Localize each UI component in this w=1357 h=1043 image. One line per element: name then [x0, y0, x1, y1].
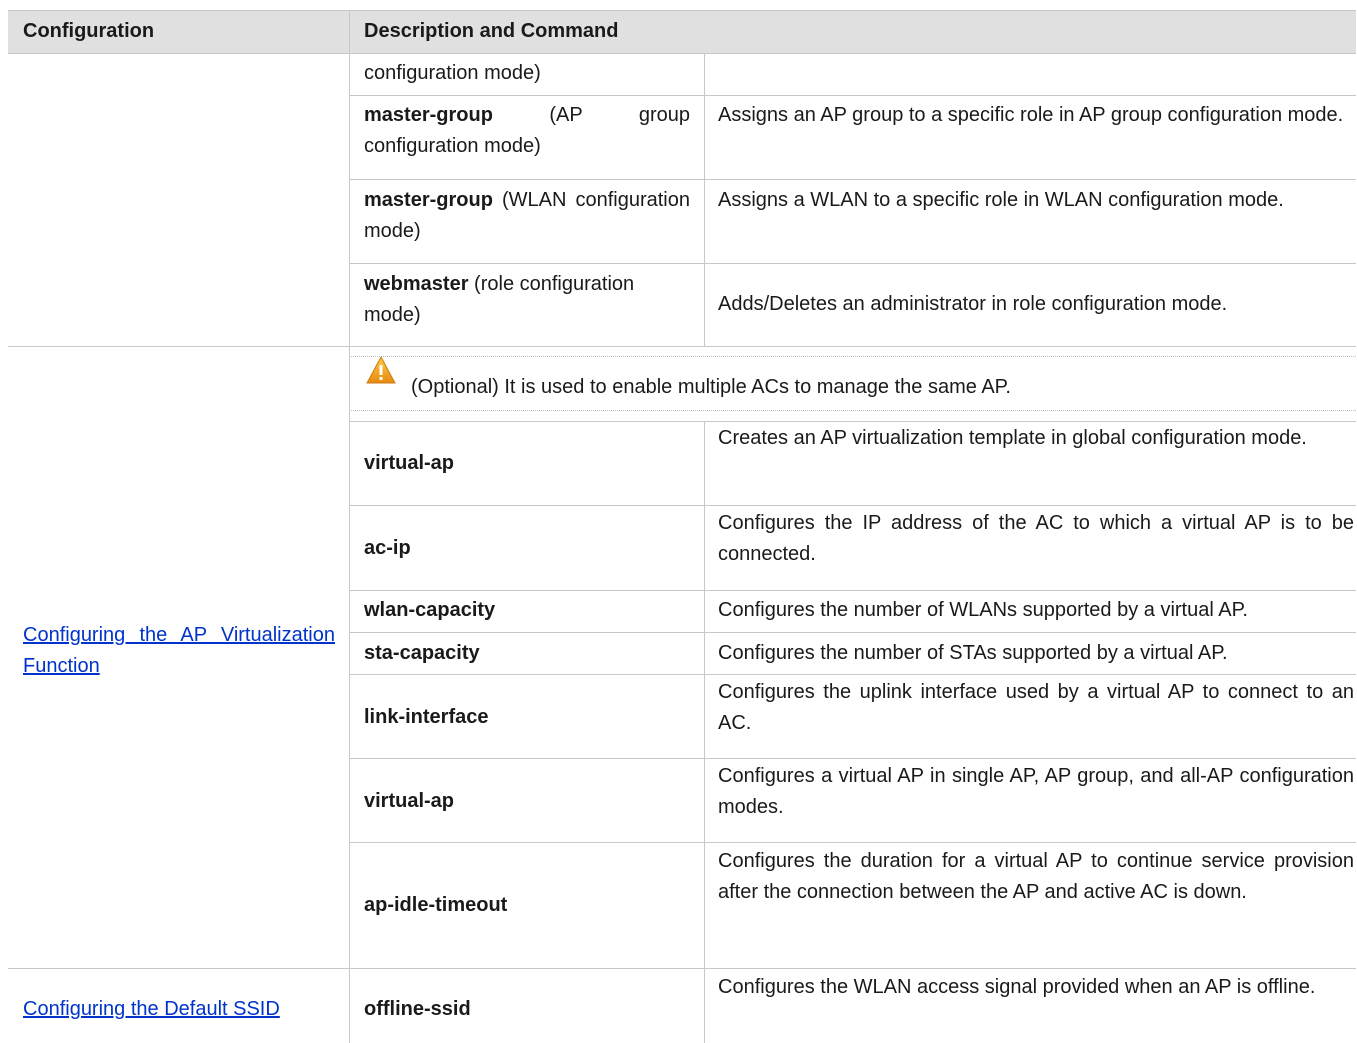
border-line [349, 95, 1356, 96]
border-line [8, 10, 1356, 11]
group1-cmd-webmaster: webmaster (role configuration mode) [364, 269, 694, 331]
border-line [349, 421, 1356, 422]
border-line [8, 53, 1356, 54]
g2-cmd-ac-ip: ac-ip [364, 536, 411, 559]
header-configuration: Configuration [23, 20, 155, 42]
border-line [349, 10, 350, 1043]
border-line [349, 674, 1356, 675]
g2-desc-sta-capacity: Configures the number of STAs supported … [718, 642, 1228, 664]
g2-cmd-virtual-ap: virtual-ap [364, 451, 455, 474]
note-separator [349, 356, 1356, 357]
optional-note: (Optional) It is used to enable multiple… [411, 376, 1011, 398]
border-line [349, 263, 1356, 264]
group1-desc-webmaster: Adds/Deletes an administrator in role co… [718, 293, 1228, 315]
g2-desc-ap-idle-timeout: Configures the duration for a virtual AP… [718, 850, 1354, 903]
g3-cmd-offline-ssid: offline-ssid [364, 998, 471, 1020]
g2-cmd-ap-idle-timeout: ap-idle-timeout [364, 894, 508, 916]
command-name: master-group [364, 104, 493, 126]
group1-cmd-master-group-wlan: master-group (WLAN configuration mode) [364, 185, 690, 247]
config-link-default-ssid[interactable]: Configuring the Default SSID [23, 994, 353, 1025]
ap-virtualization-link[interactable]: Configuring the AP Virtualization Functi… [23, 624, 335, 677]
header-description-and-command: Description and Command [364, 20, 619, 42]
g2-cmd-sta-capacity: sta-capacity [364, 642, 480, 664]
g2-desc-link-interface: Configures the uplink interface used by … [718, 681, 1354, 734]
border-line [349, 590, 1356, 591]
g2-cmd-virtual-ap-2: virtual-ap [364, 789, 455, 812]
border-line [704, 421, 705, 1043]
g3-desc-offline-ssid: Configures the WLAN access signal provid… [718, 976, 1316, 998]
group1-cmd-continuation: configuration mode) [364, 62, 541, 84]
g2-cmd-wlan-capacity: wlan-capacity [364, 599, 496, 621]
group1-desc-master-group-ap: Assigns an AP group to a specific role i… [718, 104, 1344, 126]
group1-desc-master-group-wlan: Assigns a WLAN to a specific role in WLA… [718, 189, 1284, 211]
g2-desc-virtual-ap: Creates an AP virtualization template in… [718, 427, 1307, 449]
command-name: webmaster [364, 273, 469, 295]
default-ssid-link[interactable]: Configuring the Default SSID [23, 998, 280, 1020]
config-link-ap-virtualization[interactable]: Configuring the AP Virtualization Functi… [23, 620, 335, 682]
border-line [349, 758, 1356, 759]
command-name: master-group [364, 189, 493, 211]
g2-desc-ac-ip: Configures the IP address of the AC to w… [718, 512, 1354, 565]
note-separator [349, 410, 1356, 411]
border-line [704, 53, 705, 347]
g2-desc-virtual-ap-2: Configures a virtual AP in single AP, AP… [718, 765, 1354, 818]
border-line [8, 968, 1356, 969]
g2-cmd-link-interface: link-interface [364, 705, 489, 728]
border-line [349, 842, 1356, 843]
border-line [349, 632, 1356, 633]
border-line [349, 505, 1356, 506]
group1-cmd-master-group-ap: master-group (AP group configuration mod… [364, 100, 690, 162]
warning-triangle-icon [366, 356, 396, 384]
g2-desc-wlan-capacity: Configures the number of WLANs supported… [718, 599, 1248, 621]
border-line [8, 346, 1356, 347]
border-line [349, 179, 1356, 180]
